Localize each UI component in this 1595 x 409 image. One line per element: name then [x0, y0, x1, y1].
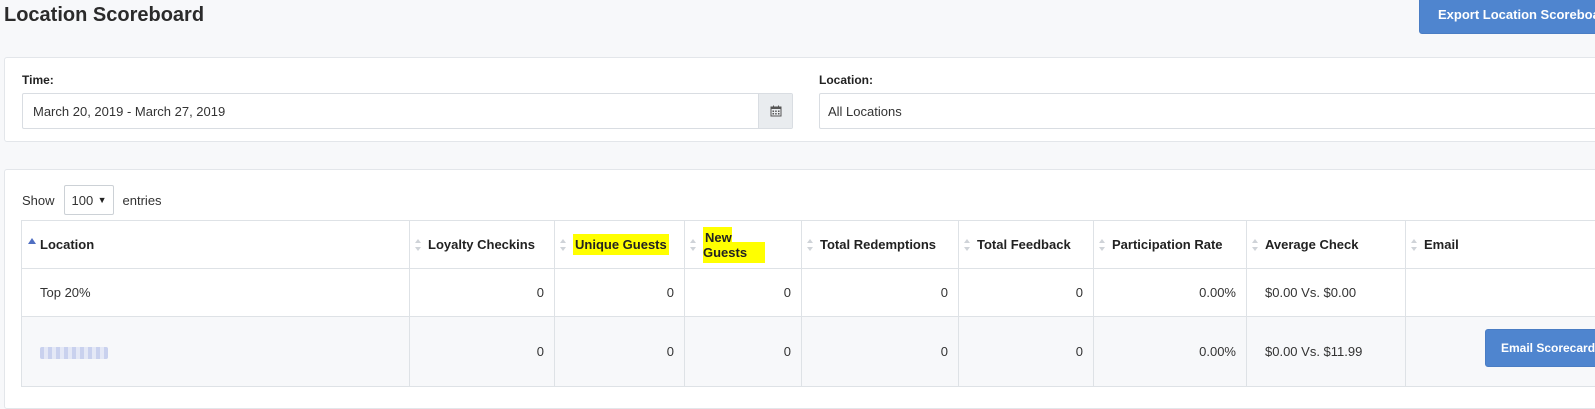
cell-location: Top 20% — [22, 269, 410, 317]
column-header-new-guests[interactable]: New Guests — [685, 221, 802, 269]
date-range-value: March 20, 2019 - March 27, 2019 — [33, 104, 225, 119]
cell-new-guests: 0 — [685, 317, 802, 387]
redacted-location-name — [40, 347, 108, 359]
sort-icon — [1099, 238, 1105, 252]
cell-new-guests: 0 — [685, 269, 802, 317]
column-header-total-redemptions[interactable]: Total Redemptions — [802, 221, 959, 269]
sort-icon — [807, 238, 813, 252]
column-header-email[interactable]: Email — [1406, 221, 1595, 269]
filter-card: Time: March 20, 2019 - March 27, 2019 Lo… — [4, 57, 1595, 142]
column-header-label: Unique Guests — [573, 234, 669, 255]
cell-total-redemptions: 0 — [802, 317, 959, 387]
column-header-label: Average Check — [1265, 237, 1358, 252]
cell-unique-guests: 0 — [555, 269, 685, 317]
location-label: Location: — [819, 73, 873, 87]
column-header-label: Total Feedback — [977, 237, 1071, 252]
cell-total-redemptions: 0 — [802, 269, 959, 317]
column-header-total-feedback[interactable]: Total Feedback — [959, 221, 1094, 269]
column-header-unique-guests[interactable]: Unique Guests — [555, 221, 685, 269]
cell-total-feedback: 0 — [959, 269, 1094, 317]
cell-unique-guests: 0 — [555, 317, 685, 387]
sort-icon — [964, 238, 970, 252]
table-row: Top 20% 0 0 0 0 0 0.00% $0.00 Vs. $0.00 — [22, 269, 1595, 317]
sort-icon — [415, 238, 421, 252]
show-label: Show — [22, 193, 55, 208]
column-header-label: Location — [40, 237, 94, 252]
email-scorecard-button[interactable]: Email Scorecard — [1485, 329, 1595, 367]
column-header-location[interactable]: Location — [22, 221, 410, 269]
cell-loyalty-checkins: 0 — [410, 317, 555, 387]
scoreboard-table: Location Loyalty Checkins Unique Guests … — [21, 220, 1595, 387]
sort-icon — [690, 238, 696, 252]
cell-total-feedback: 0 — [959, 317, 1094, 387]
column-header-participation-rate[interactable]: Participation Rate — [1094, 221, 1247, 269]
cell-average-check: $0.00 Vs. $0.00 — [1247, 269, 1406, 317]
location-select[interactable]: All Locations — [819, 93, 1595, 129]
column-header-label: Total Redemptions — [820, 237, 936, 252]
cell-email: Email Scorecard — [1406, 317, 1595, 387]
page-title: Location Scoreboard — [4, 4, 204, 27]
sort-asc-icon — [28, 238, 36, 244]
location-select-value: All Locations — [828, 104, 902, 119]
cell-average-check: $0.00 Vs. $11.99 — [1247, 317, 1406, 387]
export-scoreboard-button[interactable]: Export Location Scoreboard — [1419, 0, 1595, 34]
cell-email — [1406, 269, 1595, 317]
column-header-label: Email — [1424, 237, 1459, 252]
entries-label: entries — [123, 193, 162, 208]
column-header-average-check[interactable]: Average Check — [1247, 221, 1406, 269]
show-entries-row: Show 100 ▼ entries — [22, 185, 162, 215]
column-header-label: New Guests — [703, 227, 765, 263]
date-range-input[interactable]: March 20, 2019 - March 27, 2019 — [22, 93, 793, 129]
entries-select-value: 100 — [72, 193, 94, 208]
sort-icon — [1411, 238, 1417, 252]
cell-participation-rate: 0.00% — [1094, 317, 1247, 387]
cell-loyalty-checkins: 0 — [410, 269, 555, 317]
sort-icon — [560, 238, 566, 252]
time-label: Time: — [22, 73, 54, 87]
column-header-loyalty-checkins[interactable]: Loyalty Checkins — [410, 221, 555, 269]
table-row: 0 0 0 0 0 0.00% $0.00 Vs. $11.99 Email S… — [22, 317, 1595, 387]
calendar-icon — [770, 105, 782, 117]
calendar-button[interactable] — [758, 94, 792, 128]
cell-location — [22, 317, 410, 387]
chevron-down-icon: ▼ — [98, 195, 107, 205]
table-header-row: Location Loyalty Checkins Unique Guests … — [22, 221, 1595, 269]
entries-select[interactable]: 100 ▼ — [64, 185, 114, 215]
column-header-label: Loyalty Checkins — [428, 237, 535, 252]
column-header-label: Participation Rate — [1112, 237, 1223, 252]
sort-icon — [1252, 238, 1258, 252]
cell-participation-rate: 0.00% — [1094, 269, 1247, 317]
